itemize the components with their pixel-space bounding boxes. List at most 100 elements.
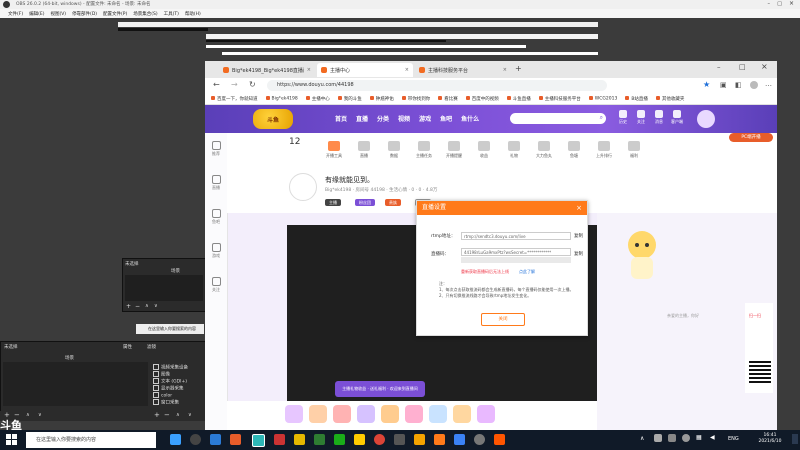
move-down-icon[interactable]: ∨ xyxy=(38,412,42,418)
feature-item[interactable]: 直播 xyxy=(349,141,379,159)
app-icon[interactable] xyxy=(454,434,465,445)
favorite-star-icon[interactable]: ★ xyxy=(703,80,710,89)
feature-item[interactable]: 上升排行 xyxy=(589,141,619,159)
tray-icon[interactable] xyxy=(682,434,690,442)
app-icon[interactable] xyxy=(314,434,325,445)
feature-item[interactable]: 大力鱼丸 xyxy=(529,141,559,159)
gift-item[interactable] xyxy=(381,405,399,423)
collections-icon[interactable]: ▣ xyxy=(720,81,727,89)
source-item[interactable]: 显示器采集 xyxy=(153,385,184,392)
maximize-icon[interactable]: □ xyxy=(777,1,782,7)
nav-live[interactable]: 直播 xyxy=(356,114,368,123)
message-icon[interactable]: 消息 xyxy=(653,110,665,125)
menu-profile[interactable]: 配置文件(P) xyxy=(103,11,127,17)
menu-view[interactable]: 视图(V) xyxy=(50,11,66,17)
tab-room[interactable]: Big*ek4198_Big*ek4198直播间 × xyxy=(219,63,315,77)
gift-item[interactable] xyxy=(285,405,303,423)
chip[interactable]: 贵族 xyxy=(385,199,401,206)
feature-item[interactable]: 开播提醒 xyxy=(439,141,469,159)
gift-item[interactable] xyxy=(429,405,447,423)
douyu-app-icon[interactable] xyxy=(230,434,241,445)
new-tab-icon[interactable]: + xyxy=(515,64,522,73)
move-down-icon[interactable]: ∨ xyxy=(154,303,158,309)
gift-item[interactable] xyxy=(357,405,375,423)
bookmark-item[interactable]: 我的斗鱼 xyxy=(338,96,362,102)
taskbar-search-input[interactable]: 在这里输入你要搜索的内容 xyxy=(26,432,156,448)
nav-video[interactable]: 视频 xyxy=(398,114,410,123)
add-scene-icon[interactable]: + xyxy=(126,303,131,310)
feature-item[interactable]: 开播工具 xyxy=(319,141,349,159)
add-source-icon[interactable]: + xyxy=(154,411,160,419)
feature-item[interactable]: 鱼塘 xyxy=(559,141,589,159)
bookmark-item[interactable]: 百度一下，你就知道 xyxy=(211,96,258,102)
obs-app-icon[interactable] xyxy=(190,434,201,445)
source-item[interactable]: 图像 xyxy=(153,371,170,378)
back-icon[interactable]: ← xyxy=(213,80,220,89)
search-icon[interactable]: ⌕ xyxy=(600,114,603,122)
notification-icon[interactable] xyxy=(792,434,798,444)
nav-more[interactable]: 鱼什么 xyxy=(461,114,479,123)
rtmp-address-field[interactable]: rtmp://sendtc3.douyu.com/live xyxy=(461,232,571,240)
site-search-input[interactable]: ⌕ xyxy=(510,113,606,124)
forward-icon[interactable]: → xyxy=(231,80,238,89)
bookmark-item[interactable]: 钟馗神佑 xyxy=(370,96,394,102)
refresh-icon[interactable]: ↻ xyxy=(249,80,256,89)
remove-source-icon[interactable]: − xyxy=(14,411,20,419)
url-input[interactable]: https://www.douyu.com/44198 xyxy=(267,80,607,91)
gift-item[interactable] xyxy=(333,405,351,423)
menu-edit[interactable]: 编辑(E) xyxy=(29,11,44,17)
move-up-icon[interactable]: ∧ xyxy=(26,412,30,418)
properties-button[interactable]: 属性 xyxy=(123,344,132,350)
source-item[interactable]: 文本 (GDI+) xyxy=(153,378,187,385)
app-icon[interactable] xyxy=(434,434,445,445)
add-source-icon[interactable]: + xyxy=(4,411,10,419)
network-icon[interactable]: ▦ xyxy=(696,434,702,441)
app-icon[interactable] xyxy=(274,434,285,445)
chip[interactable]: 主播 xyxy=(325,199,341,206)
bookmark-item[interactable]: 带你找到你 xyxy=(402,96,431,102)
wechat-icon[interactable] xyxy=(334,434,345,445)
profile-avatar-icon[interactable] xyxy=(750,81,758,89)
nav-home[interactable]: 首页 xyxy=(335,114,347,123)
edge-browser-icon[interactable] xyxy=(252,434,265,447)
app-icon[interactable] xyxy=(394,434,405,445)
rail-item[interactable]: 关注 xyxy=(207,277,225,293)
minimize-icon[interactable]: – xyxy=(768,1,771,7)
bookmark-item[interactable]: Big*ek4198 xyxy=(266,96,298,101)
gift-item[interactable] xyxy=(477,405,495,423)
close-tab-icon[interactable]: × xyxy=(405,67,409,73)
avatar[interactable] xyxy=(289,173,317,201)
feature-item[interactable]: 福利 xyxy=(619,141,649,159)
source-item[interactable]: 窗口采集 xyxy=(153,399,179,406)
remove-source-icon[interactable]: − xyxy=(164,411,170,419)
history-icon[interactable]: 历史 xyxy=(617,110,629,125)
app-icon[interactable] xyxy=(494,434,505,445)
close-icon[interactable]: × xyxy=(574,203,584,213)
move-down-icon[interactable]: ∨ xyxy=(188,412,192,418)
copy-key-button[interactable]: 复制 xyxy=(574,251,583,257)
feature-item[interactable]: 收益 xyxy=(469,141,499,159)
menu-tools[interactable]: 工具(T) xyxy=(164,11,179,17)
menu-docks[interactable]: 停靠部件(D) xyxy=(72,11,97,17)
follow-icon[interactable]: 关注 xyxy=(635,110,647,125)
gift-item[interactable] xyxy=(453,405,471,423)
app-icon[interactable] xyxy=(414,434,425,445)
chrome-icon[interactable] xyxy=(374,434,385,445)
feature-item[interactable]: 数据 xyxy=(379,141,409,159)
scene-list-area[interactable] xyxy=(3,362,148,406)
tray-icon[interactable] xyxy=(654,434,662,442)
chip[interactable]: 粉丝团 xyxy=(355,199,375,206)
app-icon[interactable] xyxy=(474,434,485,445)
minimize-icon[interactable]: – xyxy=(717,63,721,71)
extensions-icon[interactable]: ◧ xyxy=(735,81,742,89)
feature-item[interactable]: 主播任务 xyxy=(409,141,439,159)
rail-item[interactable]: 推荐 xyxy=(207,141,225,157)
menu-scene-collection[interactable]: 场景集合(S) xyxy=(133,11,157,17)
close-icon[interactable]: × xyxy=(789,0,794,7)
app-icon[interactable] xyxy=(354,434,365,445)
tray-icon[interactable] xyxy=(668,434,676,442)
rail-item[interactable]: 直播 xyxy=(207,175,225,191)
input-language[interactable]: ENG xyxy=(728,436,739,442)
bookmark-item[interactable]: 百度中的视频 xyxy=(466,96,499,102)
douyu-logo[interactable]: 斗鱼 xyxy=(253,109,293,129)
